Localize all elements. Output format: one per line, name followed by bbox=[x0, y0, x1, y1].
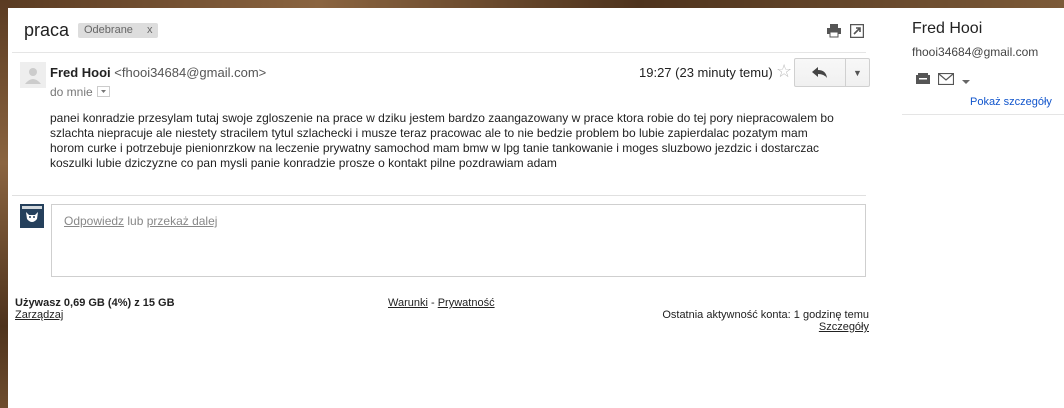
sender-email: <fhooi34684@gmail.com> bbox=[114, 65, 267, 80]
reply-button-group: ▼ bbox=[794, 58, 870, 87]
star-icon[interactable]: ☆ bbox=[776, 61, 792, 82]
manage-storage-link[interactable]: Zarządzaj bbox=[15, 309, 63, 321]
label-chip-inbox: Odebrane x bbox=[78, 23, 159, 38]
sender-name[interactable]: Fred Hooi bbox=[50, 65, 111, 80]
label-remove-button[interactable]: x bbox=[147, 24, 153, 36]
quick-reply-box[interactable]: Odpowiedz lub przekaż dalej bbox=[51, 204, 866, 277]
contact-panel-divider bbox=[902, 114, 1064, 115]
print-icon[interactable] bbox=[826, 24, 842, 38]
contact-more-dropdown-icon[interactable] bbox=[962, 73, 970, 91]
mail-panel: praca Odebrane x Fred Hooi <fhooi34684@gm… bbox=[8, 8, 1064, 408]
email-envelope-icon[interactable] bbox=[937, 72, 955, 90]
reply-or-text: lub bbox=[124, 214, 147, 228]
header-divider bbox=[12, 52, 866, 53]
contact-card-icon[interactable] bbox=[916, 72, 930, 90]
background-wood-left bbox=[0, 0, 8, 408]
reply-arrow-icon bbox=[812, 66, 827, 78]
more-actions-dropdown-icon[interactable]: ▼ bbox=[846, 59, 869, 86]
reply-button[interactable] bbox=[795, 59, 845, 86]
reply-link[interactable]: Odpowiedz bbox=[64, 214, 124, 228]
quick-reply-prompt: Odpowiedz lub przekaż dalej bbox=[64, 214, 217, 228]
footer-links: Warunki - Prywatność bbox=[388, 297, 495, 309]
show-details-link[interactable]: Pokaż szczegóły bbox=[970, 96, 1052, 108]
background-wood-top bbox=[0, 0, 1064, 8]
open-new-window-icon[interactable] bbox=[849, 23, 866, 39]
contact-name: Fred Hooi bbox=[912, 20, 983, 37]
body-divider bbox=[12, 195, 866, 196]
storage-info: Używasz 0,69 GB (4%) z 15 GB Zarządzaj bbox=[15, 297, 175, 321]
message-body: panei konradzie przesylam tutaj swoje zg… bbox=[50, 111, 834, 170]
message-time: 19:27 (23 minuty temu) bbox=[639, 65, 773, 80]
recipient-text: do mnie bbox=[50, 85, 93, 99]
activity-details-link[interactable]: Szczegóły bbox=[819, 321, 869, 333]
storage-usage: Używasz 0,69 GB (4%) z 15 GB bbox=[15, 297, 175, 309]
recipient-line: do mnie bbox=[50, 85, 110, 99]
sender-line: Fred Hooi <fhooi34684@gmail.com> bbox=[50, 65, 266, 80]
forward-link[interactable]: przekaż dalej bbox=[147, 214, 218, 228]
recipient-details-dropdown-icon[interactable] bbox=[96, 86, 110, 98]
thread-subject: praca bbox=[24, 20, 70, 40]
terms-link[interactable]: Warunki bbox=[388, 297, 428, 309]
label-chip-text: Odebrane bbox=[84, 24, 133, 36]
my-avatar bbox=[20, 204, 44, 228]
last-activity-text: Ostatnia aktywność konta: 1 godzinę temu bbox=[662, 309, 869, 321]
contact-email: fhooi34684@gmail.com bbox=[912, 45, 1039, 59]
sender-avatar bbox=[20, 62, 46, 88]
footer-dash: - bbox=[427, 297, 438, 309]
account-activity: Ostatnia aktywność konta: 1 godzinę temu… bbox=[662, 309, 869, 333]
privacy-link[interactable]: Prywatność bbox=[438, 297, 495, 309]
